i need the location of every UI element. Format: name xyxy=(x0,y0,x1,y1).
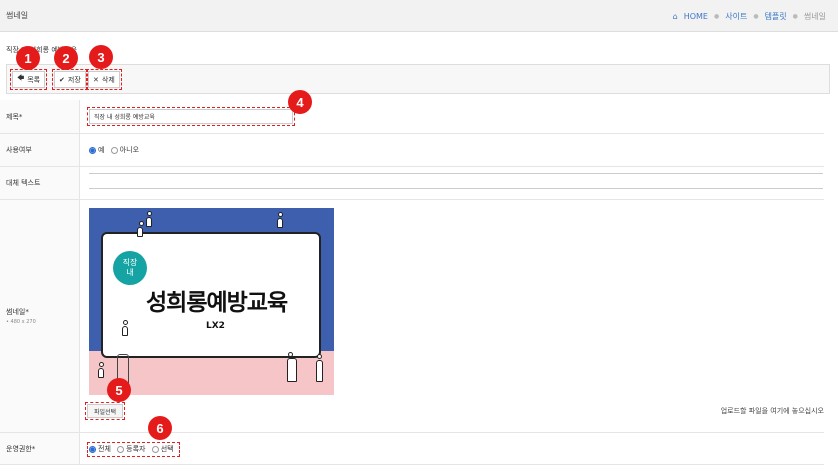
thumbnail-size-hint: • 480 x 270 xyxy=(6,319,36,325)
save-button[interactable]: ✔ 저장 xyxy=(52,69,88,90)
use-label-text: 사용여부 xyxy=(6,146,32,154)
radio-unchecked-icon xyxy=(151,445,159,453)
file-drop-hint[interactable]: 업로드할 파일을 여기에 놓으십시오 xyxy=(721,406,824,416)
alt-text-input[interactable] xyxy=(89,173,823,189)
marker-badge-2: 2 xyxy=(54,46,78,70)
perm-radio-registrant[interactable]: 등록자 xyxy=(117,444,145,454)
toolbar: 🡄 목록 ✔ 저장 ✕ 삭제 xyxy=(6,64,830,94)
breadcrumb-home[interactable]: HOME xyxy=(684,12,708,21)
use-radio-no[interactable]: 아니오 xyxy=(110,145,140,155)
perm-option-all-label: 전체 xyxy=(98,445,111,453)
marker-badge-3: 3 xyxy=(89,45,113,69)
thumbnail-bubble: 직장 내 xyxy=(113,251,147,285)
figure-icon xyxy=(316,360,323,382)
use-option-no-label: 아니오 xyxy=(119,146,140,154)
radio-unchecked-icon xyxy=(110,146,118,154)
breadcrumb: ⌂ HOME ● 사이트 ● 템플릿 ● 썸네일 xyxy=(673,11,826,22)
alt-label-text: 대체 텍스트 xyxy=(6,179,41,187)
figure-head-icon xyxy=(139,221,144,226)
check-icon: ✔ xyxy=(59,75,65,84)
save-button-label: 저장 xyxy=(67,75,81,84)
permission-radio-group: 전체 등록자 선택 xyxy=(87,442,180,457)
permission-label-text: 운영권한* xyxy=(6,444,36,453)
marker-badge-6: 6 xyxy=(148,416,172,440)
figure-icon xyxy=(122,326,128,336)
alt-label: 대체 텍스트 xyxy=(0,167,80,199)
file-select-button[interactable]: 파일선택 xyxy=(84,402,126,420)
marker-badge-1: 1 xyxy=(16,46,40,70)
title-label: 제목* xyxy=(0,100,80,133)
figure-icon xyxy=(287,358,297,382)
list-button-label: 목록 xyxy=(27,75,41,84)
use-label: 사용여부 xyxy=(0,134,80,166)
bubble-text-1: 직장 xyxy=(122,258,138,267)
radio-checked-icon xyxy=(89,146,96,154)
figure-icon xyxy=(277,218,283,228)
bubble-text-2: 내 xyxy=(126,268,134,277)
figure-icon xyxy=(98,368,104,378)
breadcrumb-template[interactable]: 템플릿 xyxy=(765,11,787,22)
breadcrumb-separator-icon: ● xyxy=(792,13,798,20)
radio-unchecked-icon xyxy=(117,445,125,453)
marker-badge-4: 4 xyxy=(288,90,312,114)
permission-label: 운영권한* xyxy=(0,433,80,464)
perm-option-registrant-label: 등록자 xyxy=(126,445,146,453)
perm-option-select-label: 선택 xyxy=(160,445,174,453)
figure-head-icon xyxy=(123,320,128,325)
figure-head-icon xyxy=(317,354,322,359)
back-arrow-icon: 🡄 xyxy=(17,74,25,82)
close-icon: ✕ xyxy=(93,75,99,84)
radio-checked-icon xyxy=(89,445,96,453)
delete-button-label: 삭제 xyxy=(101,75,115,84)
figure-icon xyxy=(146,217,152,227)
figure-head-icon xyxy=(99,362,104,367)
breadcrumb-separator-icon: ● xyxy=(753,13,759,20)
use-radio-group: 예 아니오 xyxy=(89,145,143,156)
top-bar: 썸네일 ⌂ HOME ● 사이트 ● 템플릿 ● 썸네일 xyxy=(0,0,838,32)
thumbnail-label-text: 썸네일* xyxy=(6,308,29,316)
home-icon: ⌂ xyxy=(672,12,678,21)
thumbnail-label: 썸네일* • 480 x 270 xyxy=(0,200,80,432)
page-title: 썸네일 xyxy=(6,11,29,20)
delete-button[interactable]: ✕ 삭제 xyxy=(86,69,122,90)
thumbnail-title: 성희롱예방교육 xyxy=(146,290,288,316)
use-option-yes-label: 예 xyxy=(98,146,105,154)
list-button[interactable]: 🡄 목록 xyxy=(9,69,48,90)
title-input[interactable]: 직장 내 성희롱 예방교육 xyxy=(87,107,295,126)
title-label-text: 제목* xyxy=(6,112,23,121)
perm-radio-all[interactable]: 전체 xyxy=(89,444,111,454)
thumbnail-code: LX2 xyxy=(206,321,225,331)
figure-head-icon xyxy=(288,352,293,357)
breadcrumb-site[interactable]: 사이트 xyxy=(725,11,747,22)
use-radio-yes[interactable]: 예 xyxy=(89,145,104,155)
thumbnail-preview: 직장 내 성희롱예방교육 LX2 xyxy=(89,208,334,395)
figure-head-icon xyxy=(147,211,152,216)
figure-head-icon xyxy=(278,212,283,217)
breadcrumb-current: 썸네일 xyxy=(803,12,826,21)
perm-radio-select[interactable]: 선택 xyxy=(151,444,174,454)
marker-badge-5: 5 xyxy=(107,378,131,402)
figure-icon xyxy=(137,227,143,237)
breadcrumb-separator-icon: ● xyxy=(713,13,720,20)
